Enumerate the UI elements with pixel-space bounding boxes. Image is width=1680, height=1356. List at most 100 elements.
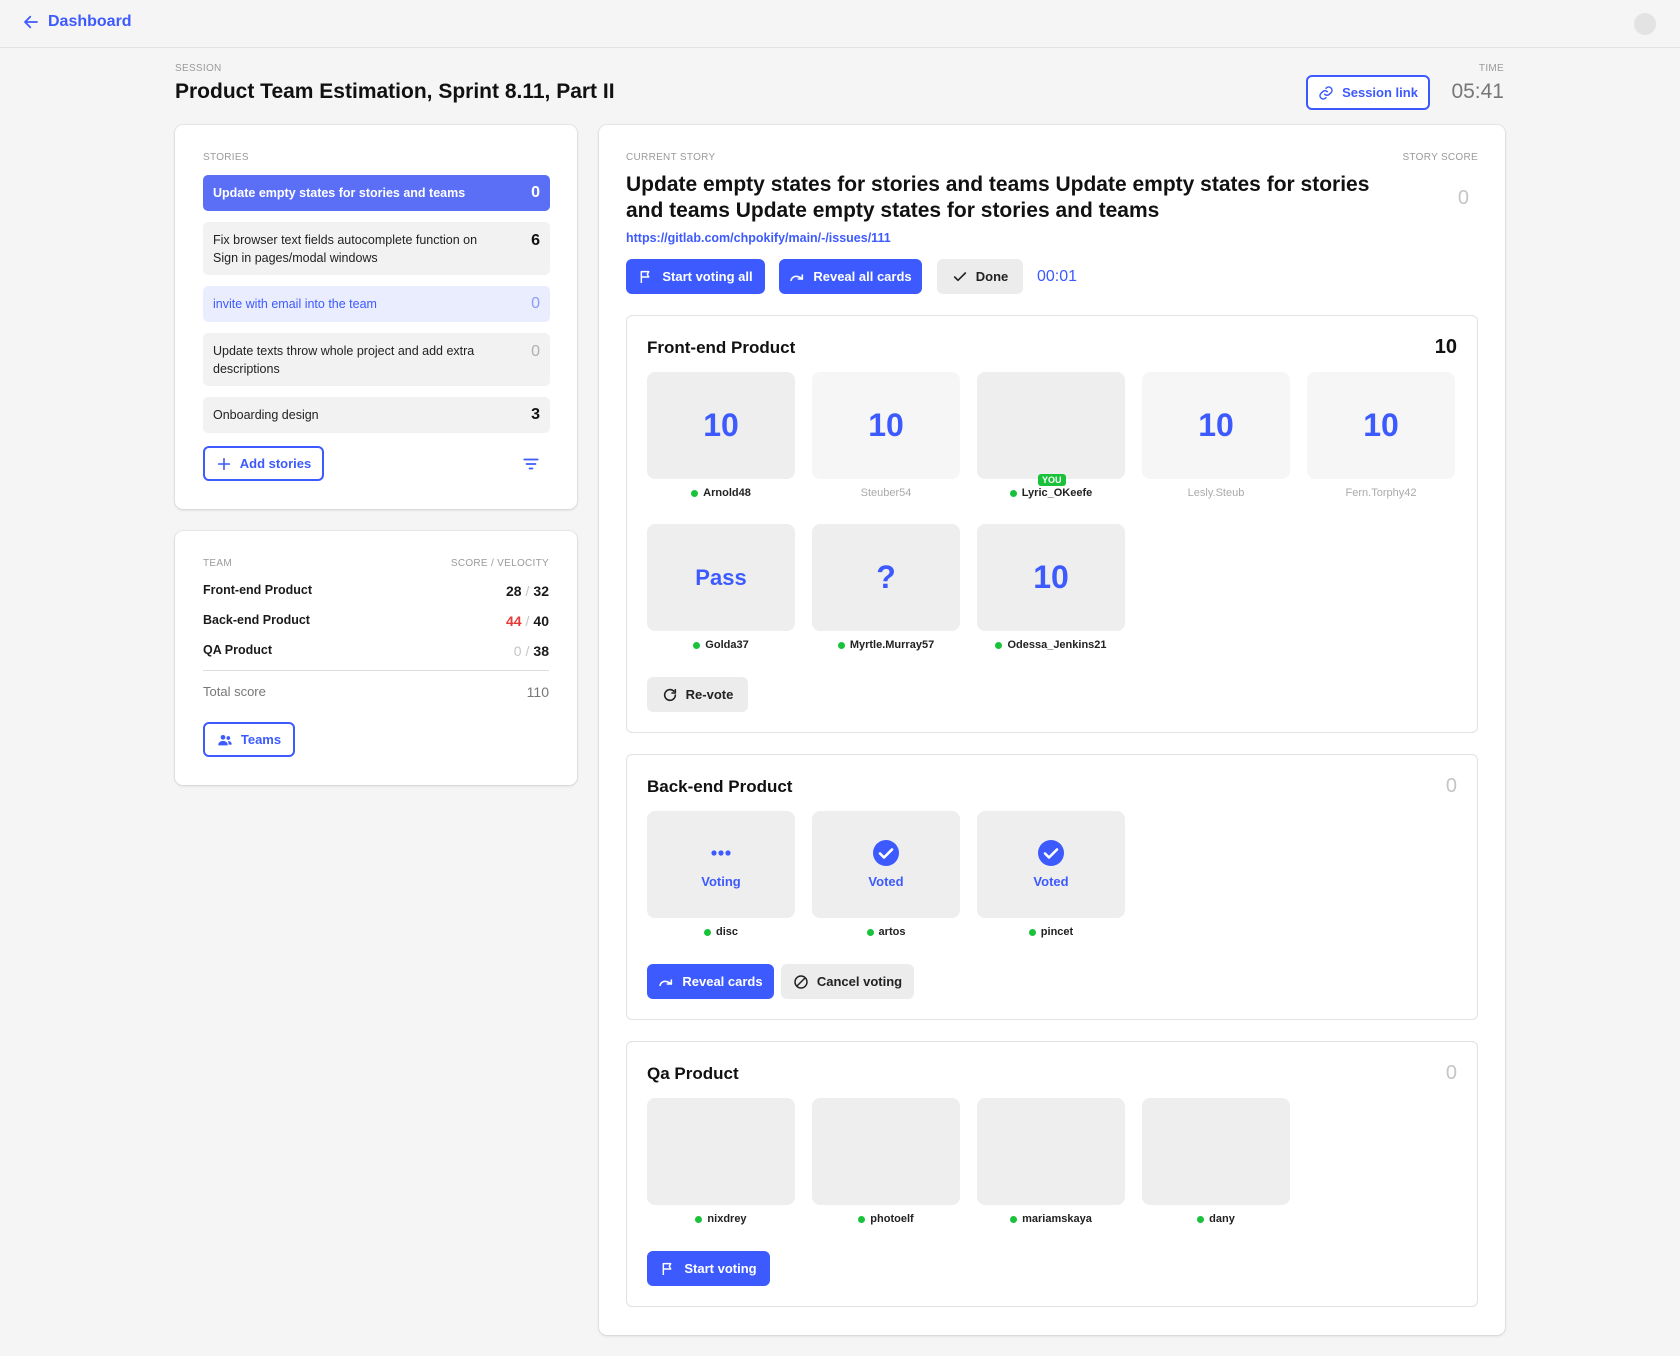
voter-name: Steuber54 <box>812 487 960 499</box>
team-velocity: 32 <box>533 583 549 599</box>
start-voting-all-label: Start voting all <box>662 269 753 284</box>
check-circle-icon <box>873 840 899 866</box>
cancel-icon <box>794 974 808 989</box>
check-circle-icon <box>1038 840 1064 866</box>
check-icon <box>953 271 966 281</box>
vote-card <box>647 1098 795 1205</box>
card-value: Pass <box>695 564 747 590</box>
online-dot <box>693 641 701 649</box>
people-icon <box>218 734 232 745</box>
voter-name: dany <box>1142 1213 1290 1225</box>
cancel-voting-button[interactable]: Cancel voting <box>781 964 914 999</box>
start-voting-button[interactable]: Start voting <box>647 1251 770 1286</box>
plus-icon <box>217 457 230 470</box>
online-dot <box>703 928 711 936</box>
voter-name: Arnold48 <box>647 487 795 499</box>
team-name: Front-end Product <box>203 583 313 597</box>
group-title: Back-end Product <box>647 777 793 796</box>
online-dot <box>1197 1215 1205 1223</box>
online-dot <box>995 641 1003 649</box>
card-value: ? <box>876 559 896 595</box>
sort-icon[interactable] <box>522 455 540 473</box>
card-value: 10 <box>1198 407 1234 443</box>
group-score: 0 <box>1445 775 1457 797</box>
voter-name: mariamskaya <box>977 1213 1125 1225</box>
story-item[interactable]: Onboarding design 3 <box>203 397 550 433</box>
current-story-label: CURRENT STORY <box>626 152 716 163</box>
session-link-label: Session link <box>1342 85 1418 100</box>
group-score: 0 <box>1445 1062 1457 1084</box>
voter-label: pincet <box>1040 926 1074 938</box>
more-dots-icon <box>711 850 731 856</box>
voter-name: Golda37 <box>647 639 795 651</box>
revote-label: Re-vote <box>685 687 734 702</box>
voter-label: Golda37 <box>705 639 749 651</box>
online-dot <box>1009 489 1017 497</box>
session-link-button[interactable]: Session link <box>1306 75 1430 110</box>
voter-label: mariamskaya <box>1022 1213 1092 1225</box>
avatar[interactable] <box>1634 13 1656 35</box>
story-item[interactable]: invite with email into the team 0 <box>203 286 550 322</box>
issue-link[interactable]: https://gitlab.com/chpokify/main/-/issue… <box>626 231 891 245</box>
vote-card: 10 <box>977 524 1125 631</box>
separator: / <box>525 613 530 629</box>
card-value: 10 <box>703 407 739 443</box>
online-dot <box>1010 1215 1018 1223</box>
voting-timer: 00:01 <box>1037 268 1078 285</box>
total-score-value: 110 <box>526 684 549 700</box>
card-value: 10 <box>868 407 904 443</box>
teams-button[interactable]: Teams <box>203 722 295 757</box>
separator: / <box>525 643 530 659</box>
team-row: Front-end Product 28/32 <box>203 583 549 599</box>
online-dot <box>691 489 699 497</box>
card-state: Voted <box>1033 874 1069 889</box>
group-title: Qa Product <box>647 1064 739 1083</box>
redo-arrow-icon <box>790 273 804 281</box>
team-name: Back-end Product <box>203 613 310 627</box>
revote-button[interactable]: Re-vote <box>647 677 748 712</box>
flag-icon <box>640 270 650 283</box>
vote-card: Voting <box>647 811 795 918</box>
vote-card: 10 <box>812 372 960 479</box>
story-item-active[interactable]: Update empty states for stories and team… <box>203 175 550 211</box>
current-story-title: Update empty states for stories and team… <box>626 173 1370 222</box>
vote-card: 10 <box>1142 372 1290 479</box>
done-label: Done <box>975 269 1009 284</box>
voter-name: Myrtle.Murray57 <box>812 639 960 651</box>
back-to-dashboard-link[interactable]: Dashboard <box>22 13 132 31</box>
story-item[interactable]: Fix browser text fields autocomplete fun… <box>203 222 550 275</box>
start-voting-all-button[interactable]: Start voting all <box>626 259 765 294</box>
online-dot <box>866 928 874 936</box>
time-label: TIME <box>1478 63 1504 74</box>
team-velocity: 38 <box>533 643 549 659</box>
voter-label: disc <box>715 926 738 938</box>
story-score: 0 <box>531 295 540 312</box>
online-dot <box>858 1215 866 1223</box>
voter-name: artos <box>812 926 960 938</box>
vote-card <box>812 1098 960 1205</box>
cancel-voting-label: Cancel voting <box>816 974 903 989</box>
online-dot <box>695 1215 703 1223</box>
add-stories-button[interactable]: Add stories <box>203 446 324 481</box>
story-item[interactable]: Update texts throw whole project and add… <box>203 333 550 386</box>
vote-card <box>1142 1098 1290 1205</box>
reveal-all-cards-button[interactable]: Reveal all cards <box>779 259 922 294</box>
reveal-cards-button[interactable]: Reveal cards <box>647 964 774 999</box>
card-value: 10 <box>1033 559 1069 595</box>
add-stories-label: Add stories <box>239 456 312 471</box>
session-title: Product Team Estimation, Sprint 8.11, Pa… <box>175 80 615 103</box>
voter-name: disc <box>647 926 795 938</box>
online-dot <box>1028 928 1036 936</box>
voter-name: Odessa_Jenkins21 <box>977 639 1125 651</box>
team-score-velocity: 0/38 <box>514 643 549 659</box>
story-score: 6 <box>531 232 540 249</box>
redo-arrow-icon <box>659 978 673 986</box>
story-score-label: STORY SCORE <box>1402 152 1478 163</box>
voter-label: Arnold48 <box>703 487 751 499</box>
reveal-cards-label: Reveal cards <box>682 974 763 989</box>
team-label: TEAM <box>203 558 232 569</box>
vote-card-mine[interactable]: YOU <box>977 372 1125 486</box>
vote-card: Voted <box>812 811 960 918</box>
current-story-panel: CURRENT STORY STORY SCORE Update empty s… <box>599 125 1505 1335</box>
done-button[interactable]: Done <box>937 259 1023 294</box>
